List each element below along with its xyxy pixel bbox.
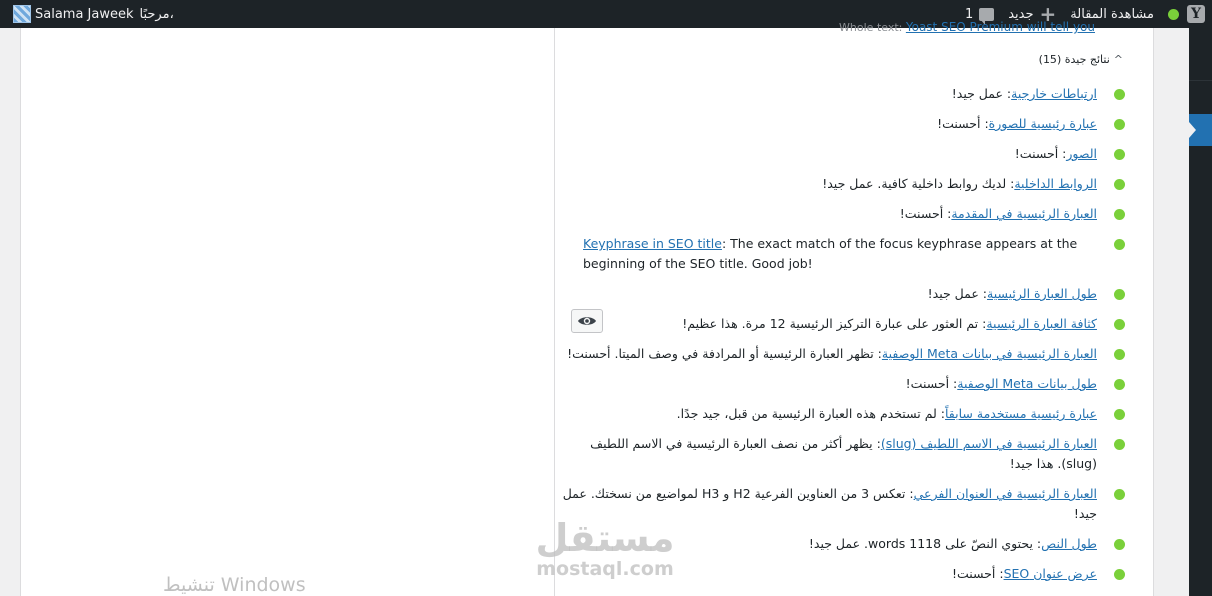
- result-link[interactable]: ارتباطات خارجية: [1011, 86, 1097, 101]
- result-link[interactable]: عرض عنوان SEO: [1004, 566, 1097, 581]
- result-text: : لديك روابط داخلية كافية. عمل جيد!: [822, 176, 1015, 191]
- eye-icon: [578, 317, 596, 325]
- result-text: : عمل جيد!: [927, 286, 988, 301]
- result-link[interactable]: العبارة الرئيسية في الاسم اللطيف (slug): [881, 436, 1097, 451]
- editor-panel: [20, 28, 555, 596]
- premium-link[interactable]: Yoast SEO Premium will tell you: [906, 20, 1095, 34]
- green-bullet-icon: [1114, 379, 1125, 390]
- result-text: : أحسنت!: [951, 566, 1004, 581]
- green-bullet-icon: [1114, 89, 1125, 100]
- green-bullet-icon: [1114, 149, 1125, 160]
- green-bullet-icon: [1114, 239, 1125, 250]
- mostaql-arabic: مستقل: [535, 516, 675, 560]
- result-text: : تظهر العبارة الرئيسية أو المرادفة في و…: [567, 346, 882, 361]
- result-link[interactable]: عبارة رئيسية مستخدمة سابقاً: [945, 406, 1097, 421]
- result-link[interactable]: طول العبارة الرئيسية: [987, 286, 1097, 301]
- green-bullet-icon: [1114, 569, 1125, 580]
- green-bullet-icon: [1114, 439, 1125, 450]
- result-link[interactable]: العبارة الرئيسية في المقدمة: [951, 206, 1097, 221]
- result-text: : أحسنت!: [899, 206, 952, 221]
- menu-active-arrow-icon: [1189, 122, 1196, 138]
- result-item: ارتباطات خارجية: عمل جيد!: [553, 84, 1125, 104]
- comment-icon: [979, 7, 995, 25]
- green-bullet-icon: [1114, 179, 1125, 190]
- yoast-logo-icon: Y: [1187, 5, 1205, 23]
- result-text: : أحسنت!: [905, 376, 958, 391]
- result-item: Keyphrase in SEO title: The exact match …: [553, 234, 1125, 274]
- result-item: الصور: أحسنت!: [553, 144, 1125, 164]
- result-item: طول العبارة الرئيسية: عمل جيد!: [553, 284, 1125, 304]
- result-text: : أحسنت!: [1014, 146, 1067, 161]
- greeting: مرحبًا،: [139, 6, 174, 22]
- cut-text-prefix: Whole text:: [839, 21, 903, 34]
- result-item: عبارة رئيسية مستخدمة سابقاً: لم تستخدم ه…: [553, 404, 1125, 424]
- result-item: طول بيانات Meta الوصفية: أحسنت!: [553, 374, 1125, 394]
- side-gutter: [1154, 28, 1189, 596]
- green-bullet-icon: [1114, 119, 1125, 130]
- green-bullet-icon: [1114, 209, 1125, 220]
- admin-menu: [1189, 28, 1212, 596]
- green-bullet-icon: [1114, 349, 1125, 360]
- result-text: : يحتوي النصّ على 1118 words. عمل جيد!: [808, 536, 1042, 551]
- result-link[interactable]: العبارة الرئيسية في بيانات Meta الوصفية: [882, 346, 1097, 361]
- chevron-up-icon: ^: [1113, 53, 1123, 66]
- result-text: : أحسنت!: [937, 116, 989, 131]
- my-account-menu[interactable]: Salama Jaweek مرحبًا،: [0, 0, 181, 28]
- result-link[interactable]: العبارة الرئيسية في العنوان الفرعي: [914, 486, 1097, 501]
- good-results-label: نتائج جيدة (15): [1038, 53, 1110, 66]
- green-bullet-icon: [1114, 539, 1125, 550]
- seo-analysis-panel: Whole text: Yoast SEO Premium will tell …: [553, 20, 1154, 596]
- result-item: العبارة الرئيسية في المقدمة: أحسنت!: [553, 204, 1125, 224]
- result-link[interactable]: طول بيانات Meta الوصفية: [957, 376, 1097, 391]
- green-bullet-icon: [1114, 409, 1125, 420]
- result-link[interactable]: عبارة رئيسية للصورة: [989, 116, 1097, 131]
- result-link[interactable]: طول النص: [1041, 536, 1097, 551]
- yoast-menu[interactable]: Y: [1161, 0, 1212, 28]
- result-text: : عمل جيد!: [951, 86, 1012, 101]
- menu-separator: [1189, 80, 1212, 81]
- windows-activation-watermark: تنشيط Windows: [163, 574, 306, 596]
- result-item: كثافة العبارة الرئيسية: تم العثور على عب…: [553, 314, 1125, 334]
- result-item: العبارة الرئيسية في الاسم اللطيف (slug):…: [553, 434, 1125, 474]
- result-link[interactable]: كثافة العبارة الرئيسية: [986, 316, 1097, 331]
- result-link[interactable]: الروابط الداخلية: [1014, 176, 1097, 191]
- result-link[interactable]: Keyphrase in SEO title: [583, 236, 722, 251]
- green-bullet-icon: [1114, 489, 1125, 500]
- result-link[interactable]: الصور: [1066, 146, 1097, 161]
- mostaql-url: mostaql.com: [536, 558, 674, 580]
- highlight-keyphrase-button[interactable]: [571, 309, 603, 333]
- green-bullet-icon: [1114, 289, 1125, 300]
- user-name: Salama Jaweek: [35, 6, 134, 22]
- result-item: عبارة رئيسية للصورة: أحسنت!: [553, 114, 1125, 134]
- result-text: : لم تستخدم هذه العبارة الرئيسية من قبل،…: [676, 406, 945, 421]
- result-item: العبارة الرئيسية في بيانات Meta الوصفية:…: [553, 344, 1125, 364]
- result-text: : تم العثور على عبارة التركيز الرئيسية 1…: [682, 316, 987, 331]
- result-item: الروابط الداخلية: لديك روابط داخلية كافي…: [553, 174, 1125, 194]
- avatar: [13, 5, 31, 23]
- mostaql-watermark: مستقل mostaql.com: [530, 518, 680, 580]
- good-results-toggle[interactable]: ^ نتائج جيدة (15): [1039, 53, 1123, 66]
- seo-score-dot-icon: [1168, 8, 1179, 20]
- truncated-line: Whole text: Yoast SEO Premium will tell …: [839, 20, 1095, 34]
- green-bullet-icon: [1114, 319, 1125, 330]
